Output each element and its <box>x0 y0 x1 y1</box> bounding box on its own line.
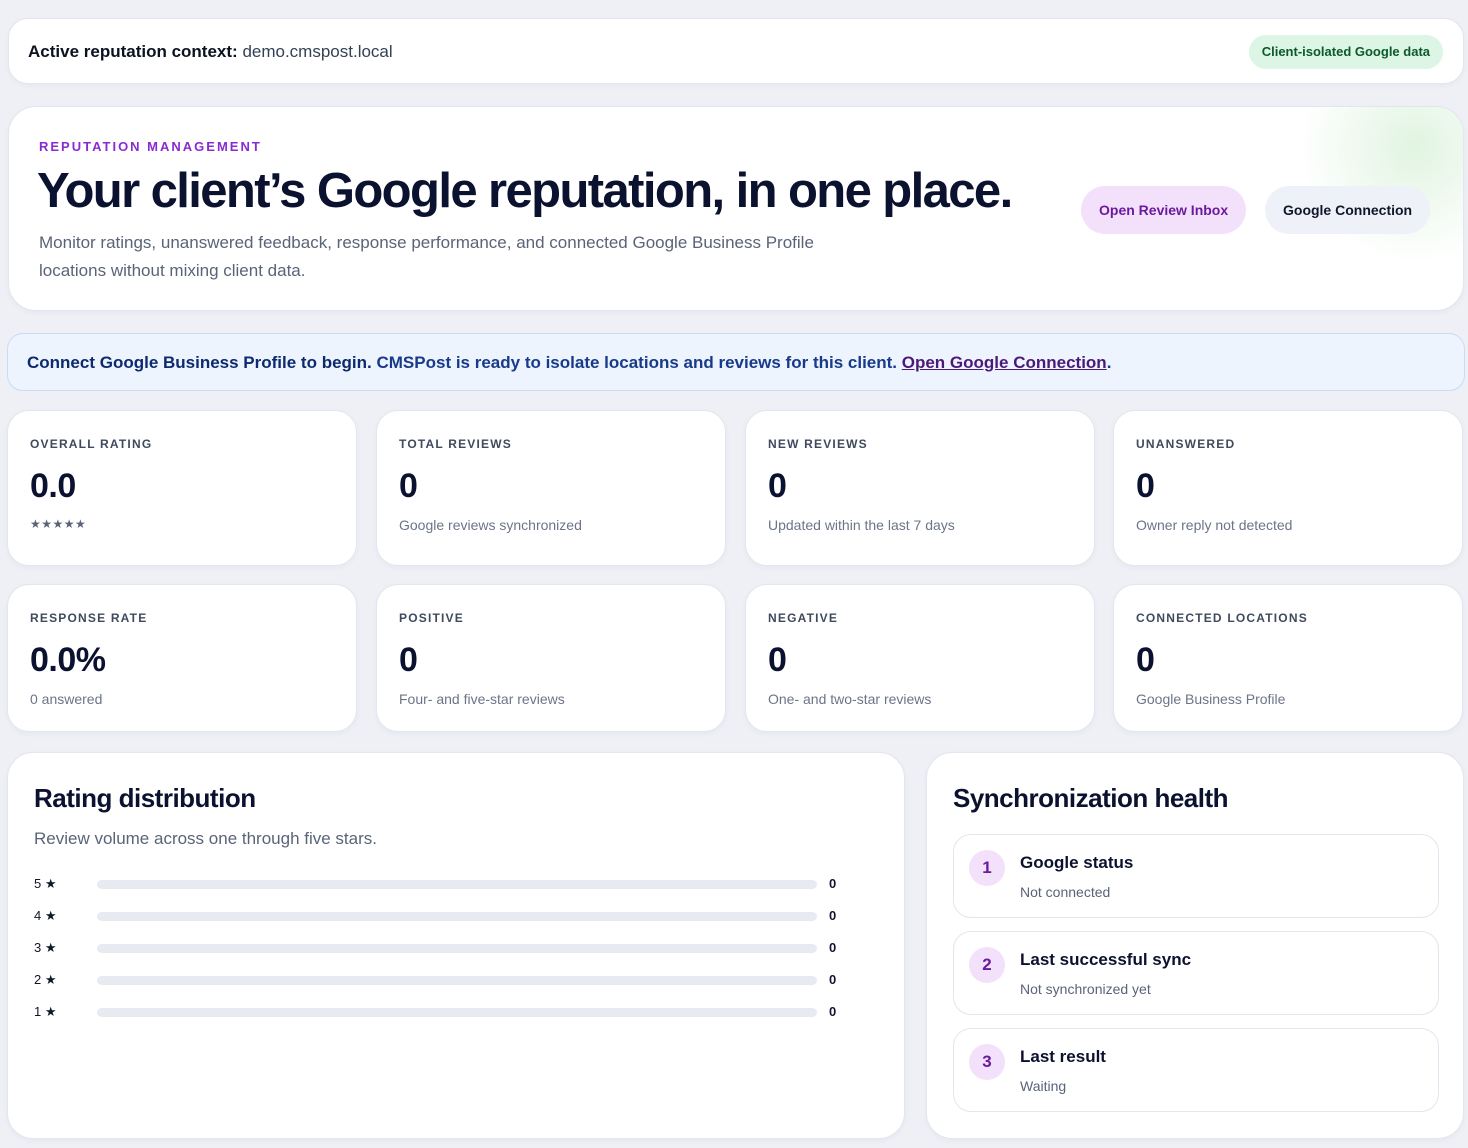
stat-card-positive: POSITIVE 0 Four- and five-star reviews <box>376 584 726 732</box>
stat-sub: 0 answered <box>30 691 103 707</box>
panel-title: Synchronization health <box>953 783 1229 813</box>
sync-item-status: Not synchronized yet <box>1020 981 1151 997</box>
stat-label: CONNECTED LOCATIONS <box>1136 611 1308 625</box>
context-value: demo.cmspost.local <box>242 42 393 61</box>
stat-label: NEGATIVE <box>768 611 839 625</box>
stat-card-overall-rating: OVERALL RATING 0.0 ★★★★★ <box>7 410 357 566</box>
distribution-bar-track <box>97 880 817 889</box>
distribution-count: 0 <box>829 972 837 987</box>
stat-label: OVERALL RATING <box>30 437 153 451</box>
distribution-label: 2 ★ <box>34 972 57 987</box>
sync-item-title: Google status <box>1020 853 1134 872</box>
stat-value: 0 <box>399 467 418 505</box>
distribution-count: 0 <box>829 940 837 955</box>
distribution-bar-track <box>97 1008 817 1017</box>
banner-strong: Connect Google Business Profile to begin… <box>27 353 372 372</box>
open-google-connection-link[interactable]: Open Google Connection <box>902 353 1107 372</box>
stat-label: TOTAL REVIEWS <box>399 437 512 451</box>
stat-sub: Google reviews synchronized <box>399 517 582 533</box>
stat-card-response-rate: RESPONSE RATE 0.0% 0 answered <box>7 584 357 732</box>
distribution-bar-track <box>97 912 817 921</box>
step-number: 3 <box>969 1044 1005 1080</box>
stat-card-total-reviews: TOTAL REVIEWS 0 Google reviews synchroni… <box>376 410 726 566</box>
stat-sub: Four- and five-star reviews <box>399 691 565 707</box>
hero-subtitle: Monitor ratings, unanswered feedback, re… <box>39 233 814 280</box>
distribution-row-5: 5 ★ 0 <box>34 875 854 893</box>
stat-value: 0 <box>768 641 787 679</box>
banner-body: CMSPost is ready to isolate locations an… <box>371 353 902 372</box>
rating-distribution-panel: Rating distribution Review volume across… <box>7 752 905 1139</box>
stat-value: 0.0% <box>30 641 106 679</box>
stat-label: NEW REVIEWS <box>768 437 868 451</box>
distribution-row-1: 1 ★ 0 <box>34 1003 854 1021</box>
distribution-label: 1 ★ <box>34 1004 57 1019</box>
sync-health-panel: Synchronization health 1 Google status N… <box>926 752 1464 1139</box>
hero-eyebrow: REPUTATION MANAGEMENT <box>39 139 262 154</box>
stat-card-connected-locations: CONNECTED LOCATIONS 0 Google Business Pr… <box>1113 584 1463 732</box>
distribution-bar-track <box>97 976 817 985</box>
distribution-label: 4 ★ <box>34 908 57 923</box>
sync-item-title: Last successful sync <box>1020 950 1192 969</box>
distribution-row-2: 2 ★ 0 <box>34 971 854 989</box>
step-number: 1 <box>969 850 1005 886</box>
stat-sub: Google Business Profile <box>1136 691 1286 707</box>
panel-title: Rating distribution <box>34 783 256 813</box>
stat-sub: Updated within the last 7 days <box>768 517 955 533</box>
open-review-inbox-button[interactable]: Open Review Inbox <box>1081 186 1247 234</box>
sync-item-title: Last result <box>1020 1047 1106 1066</box>
distribution-count: 0 <box>829 908 837 923</box>
context-bar: Active reputation context: demo.cmspost.… <box>8 18 1464 84</box>
context-text: Active reputation context: demo.cmspost.… <box>28 42 393 62</box>
step-number: 2 <box>969 947 1005 983</box>
google-connection-button[interactable]: Google Connection <box>1265 186 1431 234</box>
stat-label: UNANSWERED <box>1136 437 1236 451</box>
distribution-row-4: 4 ★ 0 <box>34 907 854 925</box>
distribution-bar-track <box>97 944 817 953</box>
panel-subtitle: Review volume across one through five st… <box>34 829 377 848</box>
stat-value: 0 <box>399 641 418 679</box>
stat-value: 0 <box>1136 467 1155 505</box>
star-rating-icon: ★★★★★ <box>30 517 87 531</box>
sync-item-last-sync: 2 Last successful sync Not synchronized … <box>953 931 1439 1015</box>
sync-item-status: Waiting <box>1020 1078 1067 1094</box>
stat-value: 0.0 <box>30 467 76 505</box>
stat-card-new-reviews: NEW REVIEWS 0 Updated within the last 7 … <box>745 410 1095 566</box>
context-label: Active reputation context: <box>28 42 238 61</box>
connect-banner: Connect Google Business Profile to begin… <box>7 333 1465 391</box>
distribution-row-3: 3 ★ 0 <box>34 939 854 957</box>
sync-item-google-status: 1 Google status Not connected <box>953 834 1439 918</box>
sync-item-last-result: 3 Last result Waiting <box>953 1028 1439 1112</box>
page-title: Your client’s Google reputation, in one … <box>37 164 1013 218</box>
stat-card-unanswered: UNANSWERED 0 Owner reply not detected <box>1113 410 1463 566</box>
stat-value: 0 <box>1136 641 1155 679</box>
stat-sub: One- and two-star reviews <box>768 691 932 707</box>
distribution-count: 0 <box>829 1004 837 1019</box>
stat-label: RESPONSE RATE <box>30 611 148 625</box>
stat-card-negative: NEGATIVE 0 One- and two-star reviews <box>745 584 1095 732</box>
stat-label: POSITIVE <box>399 611 464 625</box>
banner-text: Connect Google Business Profile to begin… <box>27 353 1111 373</box>
hero-card: REPUTATION MANAGEMENT Your client’s Goog… <box>8 106 1464 311</box>
distribution-label: 3 ★ <box>34 940 57 955</box>
distribution-label: 5 ★ <box>34 876 57 891</box>
stat-value: 0 <box>768 467 787 505</box>
isolation-badge: Client-isolated Google data <box>1248 35 1443 69</box>
distribution-count: 0 <box>829 876 837 891</box>
stat-sub: Owner reply not detected <box>1136 517 1293 533</box>
banner-end: . <box>1106 353 1112 372</box>
sync-item-status: Not connected <box>1020 884 1111 900</box>
